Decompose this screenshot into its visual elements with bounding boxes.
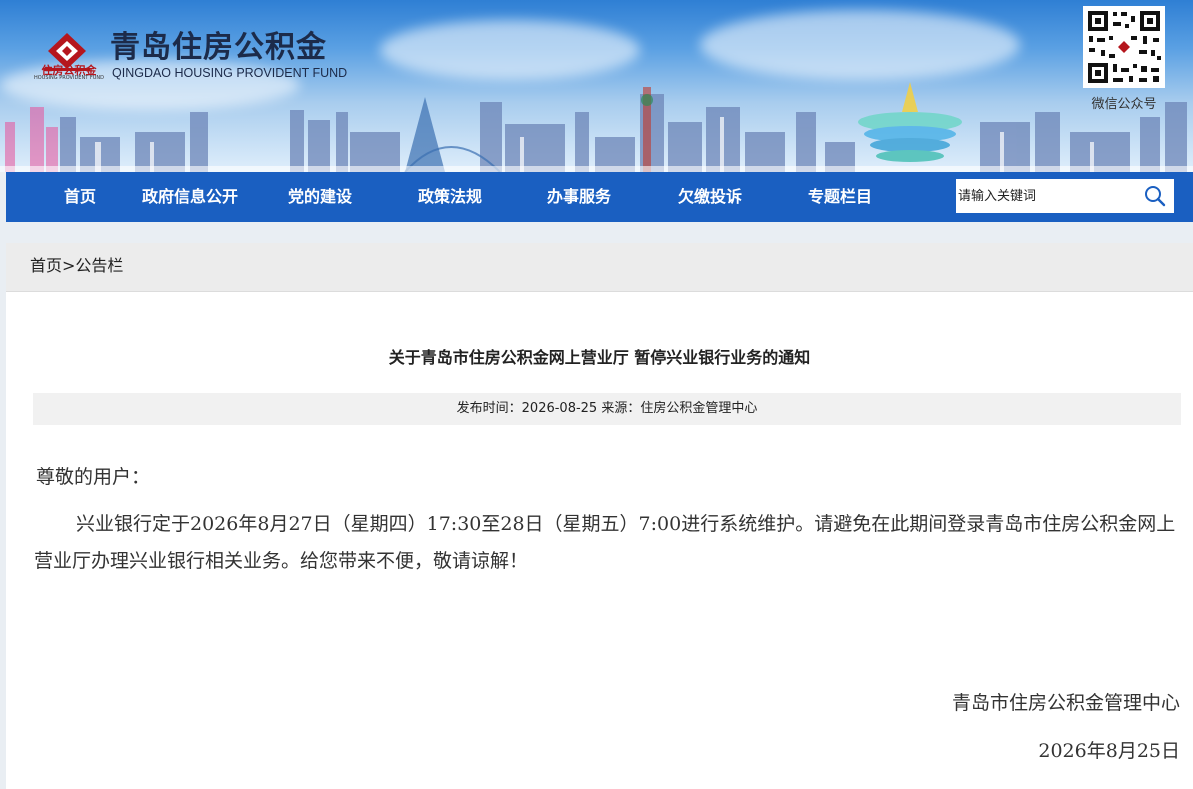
nav-party-building[interactable]: 党的建设 [288,172,352,222]
logo-text-en: HOUSING PROVIDENT FUND [34,75,104,81]
article-container: 关于青岛市住房公积金网上营业厅 暂停兴业银行业务的通知 发布时间：2026-08… [6,292,1193,789]
article-signature-date: 2026年8月25日 [1038,740,1180,762]
wechat-qr-code-icon [1083,6,1165,88]
breadcrumb-separator: > [62,256,76,275]
site-title-cn: 青岛住房公积金 [110,30,327,65]
breadcrumb-home-link[interactable]: 首页 [30,256,62,275]
site-header: 住房公积金 HOUSING PROVIDENT FUND 青岛住房公积金 QIN… [0,0,1193,172]
site-logo[interactable]: 住房公积金 HOUSING PROVIDENT FUND 青岛住房公积金 QIN… [30,22,350,86]
qr-code-label: 微信公众号 [1091,97,1157,112]
breadcrumb-trail: 首页>公告栏 [30,243,123,289]
search-input[interactable] [956,179,1138,213]
article-paragraph: 兴业银行定于2026年8月27日（星期四）17:30至28日（星期五）7:00进… [34,513,1176,572]
article-meta: 发布时间：2026-08-25 来源：住房公积金管理中心 [33,393,1181,425]
nav-complaints[interactable]: 欠缴投诉 [678,172,742,222]
nav-special-topics[interactable]: 专题栏目 [808,172,872,222]
cloud-decoration [700,10,1020,80]
cloud-decoration [380,20,640,80]
city-skyline-illustration [0,82,1193,172]
nav-services[interactable]: 办事服务 [547,172,611,222]
site-title-en: QINGDAO HOUSING PROVIDENT FUND [112,66,348,80]
search-box [956,179,1174,213]
article-greeting: 尊敬的用户： [36,466,151,488]
article-signature-org: 青岛市住房公积金管理中心 [951,692,1180,714]
search-icon[interactable] [1144,185,1166,207]
breadcrumb: 首页>公告栏 [6,243,1193,292]
nav-gov-info[interactable]: 政府信息公开 [142,172,238,222]
nav-policy[interactable]: 政策法规 [418,172,482,222]
breadcrumb-current-link[interactable]: 公告栏 [75,256,123,275]
nav-home[interactable]: 首页 [64,172,96,222]
main-navigation: 首页 政府信息公开 党的建设 政策法规 办事服务 欠缴投诉 专题栏目 [6,172,1193,222]
article-title: 关于青岛市住房公积金网上营业厅 暂停兴业银行业务的通知 [388,348,811,367]
